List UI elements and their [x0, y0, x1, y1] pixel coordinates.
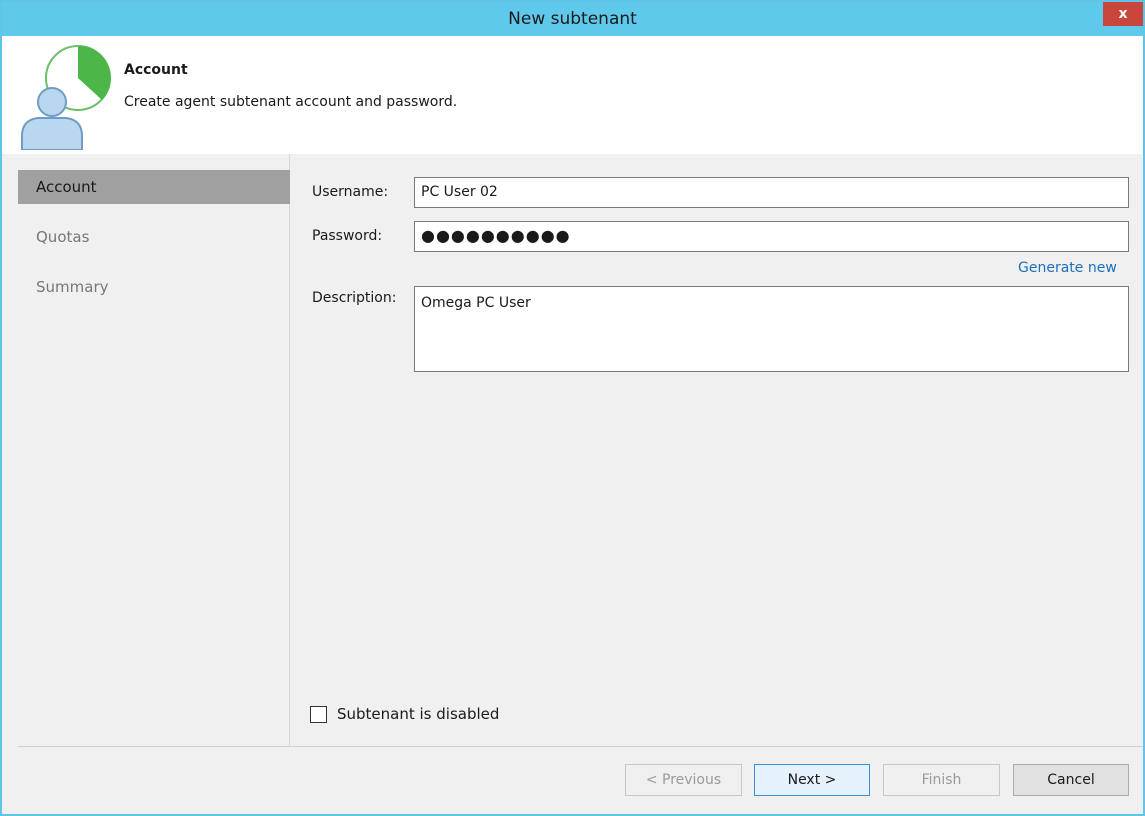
subtenant-disabled-checkbox[interactable]	[310, 705, 327, 723]
subtenant-disabled-label: Subtenant is disabled	[337, 705, 500, 723]
description-field[interactable]: Omega PC User	[414, 286, 1129, 372]
wizard-header: Account Create agent subtenant account a…	[2, 36, 1143, 154]
user-account-icon	[16, 40, 116, 151]
close-button[interactable]: x	[1103, 2, 1143, 26]
title-bar[interactable]: New subtenant x	[2, 2, 1143, 36]
generate-new-link[interactable]: Generate new	[1018, 260, 1117, 276]
finish-button[interactable]: Finish	[883, 764, 1000, 796]
username-field[interactable]: PC User 02	[414, 177, 1129, 208]
password-label: Password:	[312, 228, 383, 244]
username-label: Username:	[312, 184, 389, 200]
previous-button[interactable]: < Previous	[625, 764, 742, 796]
password-field[interactable]: ●●●●●●●●●●	[414, 221, 1129, 252]
wizard-steps-sidebar: Account Quotas Summary	[18, 154, 290, 746]
sidebar-item-account[interactable]: Account	[18, 170, 290, 204]
window-title: New subtenant	[508, 9, 637, 29]
cancel-button[interactable]: Cancel	[1013, 764, 1129, 796]
description-label: Description:	[312, 290, 397, 306]
sidebar-item-summary[interactable]: Summary	[18, 270, 290, 304]
subtenant-disabled-option[interactable]: Subtenant is disabled	[310, 705, 499, 723]
next-button[interactable]: Next >	[754, 764, 870, 796]
step-description: Create agent subtenant account and passw…	[124, 94, 458, 110]
footer-divider	[18, 746, 1143, 747]
wizard-window: New subtenant x Account Create agent sub…	[0, 0, 1145, 816]
sidebar-item-quotas[interactable]: Quotas	[18, 220, 290, 254]
step-title: Account	[124, 62, 188, 78]
